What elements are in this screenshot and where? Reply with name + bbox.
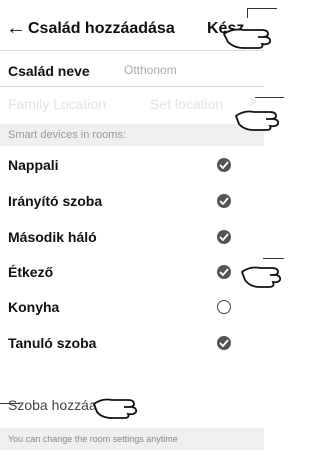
room-row[interactable]: Tanuló szoba: [0, 328, 264, 358]
rooms-section-title: Smart devices in rooms:: [8, 129, 126, 141]
callout-line: [247, 8, 248, 18]
room-row[interactable]: Irányító szoba: [0, 186, 264, 216]
room-label: Második háló: [8, 229, 97, 245]
room-label: Irányító szoba: [8, 193, 103, 209]
checked-circle-icon[interactable]: [217, 194, 231, 208]
room-label: Konyha: [8, 299, 60, 315]
divider: [0, 86, 264, 87]
checked-circle-icon[interactable]: [217, 336, 231, 350]
checked-circle-icon[interactable]: [217, 158, 231, 172]
rooms-section-header: Smart devices in rooms:: [0, 124, 264, 146]
back-arrow-icon[interactable]: ←: [6, 17, 26, 39]
room-row[interactable]: Konyha: [0, 292, 264, 322]
room-row[interactable]: Étkező: [0, 257, 264, 287]
annotation-gutter: [264, 0, 284, 455]
pointing-hand-icon: [222, 28, 272, 49]
pointing-hand-icon: [234, 110, 280, 131]
family-name-label: Család neve: [8, 63, 90, 79]
pointing-hand-icon: [92, 398, 138, 419]
set-location-link[interactable]: Set location: [150, 96, 223, 112]
family-name-input[interactable]: Otthonom: [124, 63, 177, 77]
checked-circle-icon[interactable]: [217, 230, 231, 244]
page-title: Család hozzáadása: [28, 20, 175, 37]
room-row[interactable]: Második háló: [0, 222, 264, 252]
add-family-screen: ← Család hozzáadása Kész Család neve Ott…: [0, 0, 264, 455]
family-location-row[interactable]: Family Location Set location >: [0, 92, 264, 116]
callout-line: [0, 403, 20, 404]
unchecked-circle-icon[interactable]: [217, 300, 231, 314]
room-label: Tanuló szoba: [8, 335, 97, 351]
room-row[interactable]: Nappali: [0, 150, 264, 180]
room-label: Nappali: [8, 157, 59, 173]
family-name-row[interactable]: Család neve Otthonom: [0, 57, 264, 83]
pointing-hand-icon: [240, 266, 282, 288]
footer-note: You can change the room settings anytime: [8, 434, 178, 444]
callout-line: [255, 97, 284, 98]
divider: [0, 50, 264, 51]
room-label: Étkező: [8, 264, 54, 280]
checked-circle-icon[interactable]: [217, 265, 231, 279]
callout-line: [247, 8, 277, 9]
footer-note-bar: You can change the room settings anytime: [0, 428, 264, 450]
family-location-label: Family Location: [8, 96, 107, 112]
